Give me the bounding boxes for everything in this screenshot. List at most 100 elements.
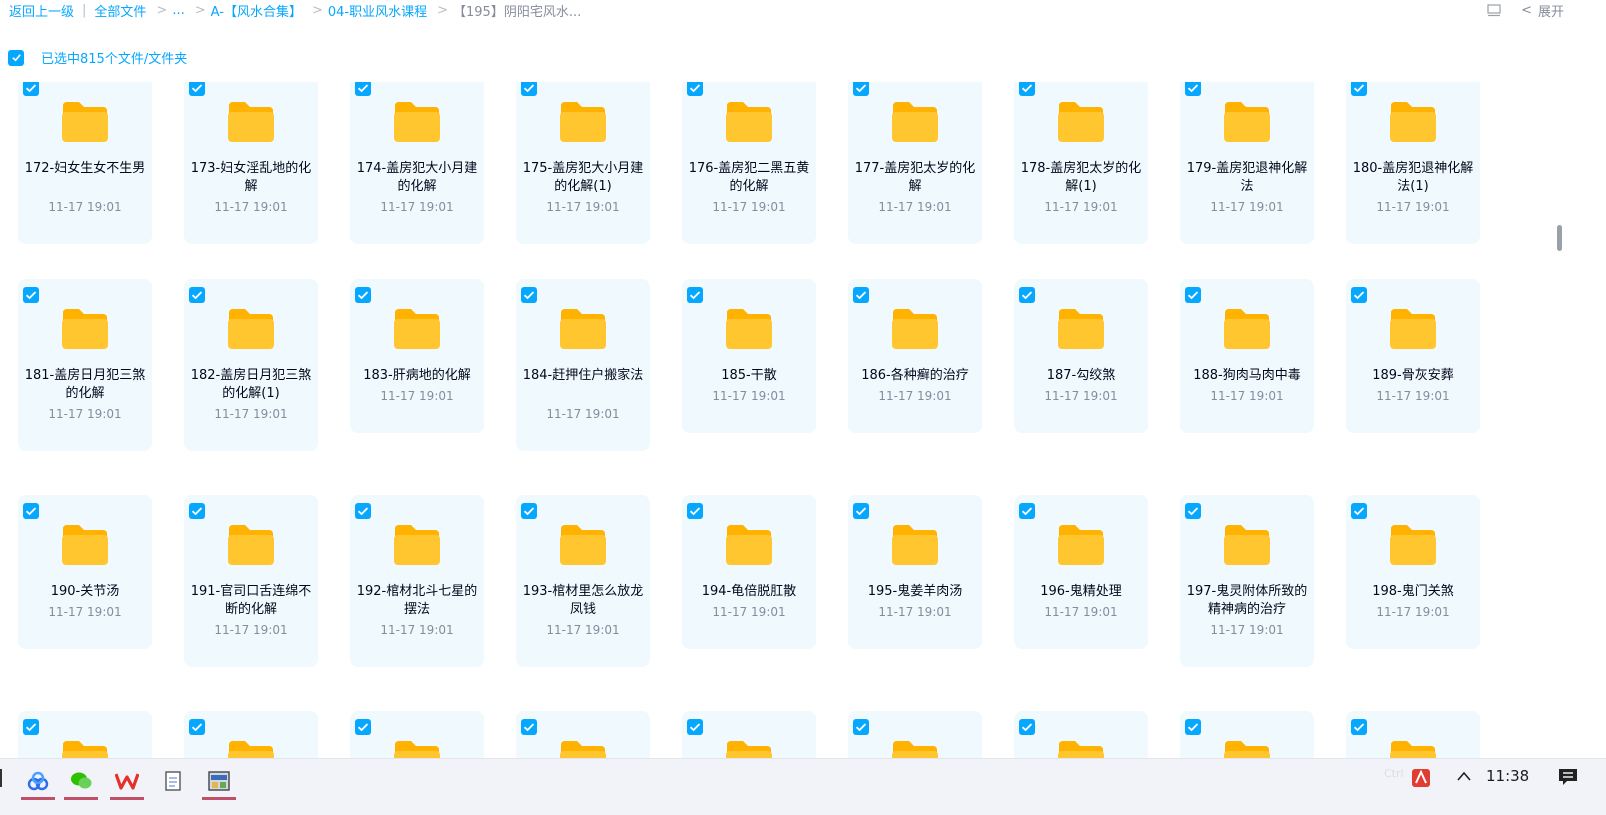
- folder-card[interactable]: 176-盖房犯二黑五黄的化解 11-17 19:01: [682, 82, 816, 244]
- folder-checkbox[interactable]: [687, 503, 703, 519]
- taskbar-app-notepad[interactable]: [156, 764, 190, 798]
- folder-checkbox[interactable]: [23, 503, 39, 519]
- chevron-left-icon[interactable]: <: [1521, 3, 1532, 18]
- folder-name[interactable]: 184-赶押住户搬家法: [522, 367, 644, 385]
- folder-checkbox[interactable]: [23, 82, 39, 96]
- folder-card[interactable]: [1180, 711, 1314, 758]
- folder-name[interactable]: 182-盖房日月犯三煞的化解(1): [190, 367, 312, 403]
- taskbar-app-control-panel[interactable]: [202, 764, 236, 800]
- chevron-up-icon[interactable]: [1456, 770, 1472, 782]
- folder-name[interactable]: 183-肝病地的化解: [356, 367, 478, 385]
- notification-icon[interactable]: [1558, 768, 1578, 786]
- folder-checkbox[interactable]: [23, 719, 39, 735]
- folder-card[interactable]: [516, 711, 650, 758]
- folder-checkbox[interactable]: [853, 503, 869, 519]
- folder-checkbox[interactable]: [1019, 719, 1035, 735]
- folder-name[interactable]: 186-各种癣的治疗: [854, 367, 976, 385]
- folder-checkbox[interactable]: [1185, 287, 1201, 303]
- folder-checkbox[interactable]: [1185, 503, 1201, 519]
- folder-name[interactable]: 172-妇女生女不生男: [24, 160, 146, 178]
- expand-button[interactable]: 展开: [1538, 1, 1564, 20]
- folder-checkbox[interactable]: [189, 287, 205, 303]
- folder-checkbox[interactable]: [521, 719, 537, 735]
- folder-card[interactable]: [848, 711, 982, 758]
- folder-card[interactable]: 188-狗肉马肉中毒 11-17 19:01: [1180, 279, 1314, 433]
- scrollbar-thumb[interactable]: [1557, 225, 1562, 251]
- folder-name[interactable]: 192-棺材北斗七星的摆法: [356, 583, 478, 619]
- folder-card[interactable]: 191-官司口舌连绵不断的化解 11-17 19:01: [184, 495, 318, 667]
- folder-checkbox[interactable]: [521, 287, 537, 303]
- folder-card[interactable]: 175-盖房犯大小月建的化解(1) 11-17 19:01: [516, 82, 650, 244]
- folder-checkbox[interactable]: [1185, 82, 1201, 96]
- breadcrumb-item-feng-shui[interactable]: A-【风水合集】: [211, 1, 302, 20]
- folder-card[interactable]: 193-棺材里怎么放龙凤钱 11-17 19:01: [516, 495, 650, 667]
- folder-name[interactable]: 193-棺材里怎么放龙凤钱: [522, 583, 644, 619]
- folder-name[interactable]: 181-盖房日月犯三煞的化解: [24, 367, 146, 403]
- folder-card[interactable]: 181-盖房日月犯三煞的化解 11-17 19:01: [18, 279, 152, 451]
- folder-name[interactable]: 177-盖房犯太岁的化解: [854, 160, 976, 196]
- folder-name[interactable]: 173-妇女淫乱地的化解: [190, 160, 312, 196]
- folder-card[interactable]: 180-盖房犯退神化解法(1) 11-17 19:01: [1346, 82, 1480, 244]
- folder-checkbox[interactable]: [853, 719, 869, 735]
- folder-name[interactable]: 195-鬼姜羊肉汤: [854, 583, 976, 601]
- view-toggle-icon[interactable]: [1487, 3, 1501, 18]
- folder-checkbox[interactable]: [189, 503, 205, 519]
- folder-checkbox[interactable]: [1351, 503, 1367, 519]
- folder-checkbox[interactable]: [1019, 287, 1035, 303]
- folder-name[interactable]: 196-鬼精处理: [1020, 583, 1142, 601]
- folder-checkbox[interactable]: [521, 503, 537, 519]
- folder-card[interactable]: [1014, 711, 1148, 758]
- folder-card[interactable]: [350, 711, 484, 758]
- folder-checkbox[interactable]: [1019, 82, 1035, 96]
- folder-checkbox[interactable]: [1351, 82, 1367, 96]
- folder-card[interactable]: 195-鬼姜羊肉汤 11-17 19:01: [848, 495, 982, 649]
- folder-card[interactable]: [1346, 711, 1480, 758]
- folder-card[interactable]: 183-肝病地的化解 11-17 19:01: [350, 279, 484, 433]
- back-link[interactable]: 返回上一级: [9, 1, 74, 20]
- folder-name[interactable]: 178-盖房犯太岁的化解(1): [1020, 160, 1142, 196]
- folder-card[interactable]: 196-鬼精处理 11-17 19:01: [1014, 495, 1148, 649]
- folder-card[interactable]: 182-盖房日月犯三煞的化解(1) 11-17 19:01: [184, 279, 318, 451]
- folder-name[interactable]: 176-盖房犯二黑五黄的化解: [688, 160, 810, 196]
- tray-app-icon[interactable]: [1410, 767, 1432, 789]
- folder-card[interactable]: 178-盖房犯太岁的化解(1) 11-17 19:01: [1014, 82, 1148, 244]
- folder-card[interactable]: 194-龟倍脱肛散 11-17 19:01: [682, 495, 816, 649]
- folder-card[interactable]: 197-鬼灵附体所致的精神病的治疗 11-17 19:01: [1180, 495, 1314, 667]
- breadcrumb-ellipsis[interactable]: ...: [172, 3, 184, 18]
- folder-card[interactable]: 186-各种癣的治疗 11-17 19:01: [848, 279, 982, 433]
- folder-checkbox[interactable]: [853, 287, 869, 303]
- folder-card[interactable]: 192-棺材北斗七星的摆法 11-17 19:01: [350, 495, 484, 667]
- folder-name[interactable]: 180-盖房犯退神化解法(1): [1352, 160, 1474, 196]
- folder-card[interactable]: 190-关节汤 11-17 19:01: [18, 495, 152, 649]
- taskbar-app-wechat[interactable]: [64, 764, 98, 800]
- folder-checkbox[interactable]: [687, 287, 703, 303]
- folder-checkbox[interactable]: [189, 82, 205, 96]
- folder-name[interactable]: 188-狗肉马肉中毒: [1186, 367, 1308, 385]
- folder-card[interactable]: 172-妇女生女不生男 11-17 19:01: [18, 82, 152, 244]
- folder-checkbox[interactable]: [1351, 719, 1367, 735]
- folder-checkbox[interactable]: [1019, 503, 1035, 519]
- folder-checkbox[interactable]: [1351, 287, 1367, 303]
- folder-checkbox[interactable]: [189, 719, 205, 735]
- folder-checkbox[interactable]: [521, 82, 537, 96]
- breadcrumb-all-files[interactable]: 全部文件: [94, 1, 146, 20]
- folder-checkbox[interactable]: [687, 719, 703, 735]
- folder-name[interactable]: 175-盖房犯大小月建的化解(1): [522, 160, 644, 196]
- folder-checkbox[interactable]: [23, 287, 39, 303]
- folder-card[interactable]: [184, 711, 318, 758]
- taskbar-app-wps[interactable]: [110, 764, 144, 800]
- folder-card[interactable]: 179-盖房犯退神化解法 11-17 19:01: [1180, 82, 1314, 244]
- taskbar-app-baidu[interactable]: [21, 764, 55, 800]
- folder-name[interactable]: 189-骨灰安葬: [1352, 367, 1474, 385]
- breadcrumb-item-course[interactable]: 04-职业风水课程: [328, 1, 427, 20]
- folder-checkbox[interactable]: [1185, 719, 1201, 735]
- folder-name[interactable]: 194-龟倍脱肛散: [688, 583, 810, 601]
- folder-checkbox[interactable]: [355, 82, 371, 96]
- taskbar-clock[interactable]: 11:38: [1486, 767, 1529, 785]
- folder-checkbox[interactable]: [355, 719, 371, 735]
- folder-name[interactable]: 174-盖房犯大小月建的化解: [356, 160, 478, 196]
- folder-checkbox[interactable]: [355, 503, 371, 519]
- folder-card[interactable]: 187-勾绞煞 11-17 19:01: [1014, 279, 1148, 433]
- folder-card[interactable]: [18, 711, 152, 758]
- folder-card[interactable]: [682, 711, 816, 758]
